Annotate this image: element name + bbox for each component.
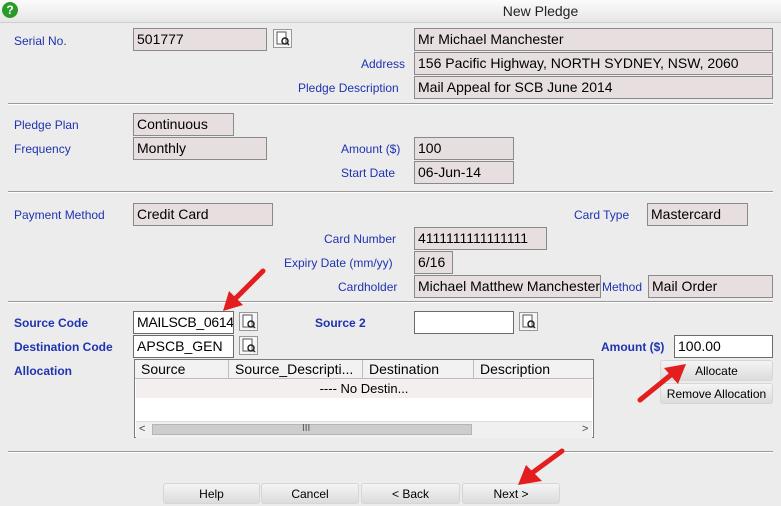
- expiry-date-label: Expiry Date (mm/yy): [284, 256, 393, 270]
- window-title: New Pledge: [502, 3, 579, 19]
- serial-label: Serial No.: [14, 34, 67, 48]
- scroll-left-arrow[interactable]: <: [139, 423, 145, 435]
- cardholder-field[interactable]: Michael Matthew Manchester: [414, 275, 601, 298]
- remove-allocation-button[interactable]: Remove Allocation: [660, 383, 773, 404]
- divider: [8, 451, 773, 453]
- address-field[interactable]: 156 Pacific Highway, NORTH SYDNEY, NSW, …: [414, 52, 773, 75]
- expiry-date-field[interactable]: 6/16: [414, 251, 453, 274]
- next-button[interactable]: Next >: [462, 483, 560, 504]
- allocation-amount-label: Amount ($): [601, 340, 665, 354]
- address-label: Address: [361, 57, 406, 71]
- lookup-icon: [242, 338, 256, 353]
- column-header-source-description[interactable]: Source_Descripti...: [229, 360, 363, 379]
- source-code-lookup-button[interactable]: [239, 312, 258, 331]
- source2-label: Source 2: [315, 316, 366, 330]
- lookup-icon: [276, 31, 290, 46]
- destination-lookup-button[interactable]: [239, 336, 258, 355]
- destination-code-input[interactable]: APSCB_GEN: [133, 335, 234, 358]
- lookup-icon: [522, 314, 536, 329]
- help-button[interactable]: Help: [163, 483, 260, 504]
- payment-method-label: Payment Method: [14, 208, 105, 222]
- divider: [8, 301, 773, 303]
- destination-code-label: Destination Code: [14, 340, 113, 354]
- frequency-label: Frequency: [14, 142, 71, 156]
- donor-name-field[interactable]: Mr Michael Manchester: [414, 28, 773, 51]
- pledge-plan-label: Pledge Plan: [14, 118, 79, 132]
- scroll-right-arrow[interactable]: >: [582, 423, 588, 435]
- divider: [8, 103, 773, 105]
- back-button[interactable]: < Back: [361, 483, 460, 504]
- card-number-label: Card Number: [324, 232, 397, 246]
- allocation-grid[interactable]: Source Source_Descripti... Destination D…: [134, 359, 594, 438]
- card-number-field[interactable]: 4111111111111111: [414, 227, 547, 250]
- amount-field[interactable]: 100: [414, 137, 514, 160]
- frequency-field[interactable]: Monthly: [133, 137, 267, 160]
- allocation-label: Allocation: [14, 364, 73, 378]
- annotation-arrow-source-code: [223, 268, 266, 311]
- source-code-label: Source Code: [14, 316, 89, 330]
- cancel-button[interactable]: Cancel: [261, 483, 359, 504]
- card-type-label: Card Type: [574, 208, 630, 222]
- column-header-description[interactable]: Description: [474, 360, 593, 379]
- horizontal-scrollbar[interactable]: < III >: [136, 421, 592, 438]
- pledge-description-label: Pledge Description: [298, 81, 399, 95]
- serial-field[interactable]: 501777: [133, 28, 267, 51]
- allocation-amount-input[interactable]: 100.00: [674, 335, 773, 358]
- pledge-description-field[interactable]: Mail Appeal for SCB June 2014: [414, 76, 773, 99]
- column-header-destination[interactable]: Destination: [363, 360, 474, 379]
- divider: [8, 191, 773, 193]
- lookup-icon: [242, 314, 256, 329]
- source-code-input[interactable]: MAILSCB_0614: [133, 311, 234, 334]
- pledge-plan-field[interactable]: Continuous: [133, 113, 234, 136]
- allocate-button[interactable]: Allocate: [660, 360, 773, 381]
- cardholder-label: Cardholder: [338, 280, 398, 294]
- table-row[interactable]: ---- No Destin...: [136, 379, 592, 398]
- source2-input[interactable]: [414, 311, 514, 334]
- method-field[interactable]: Mail Order: [648, 275, 773, 298]
- method-label: Method: [602, 280, 643, 294]
- column-header-source[interactable]: Source: [135, 360, 229, 379]
- card-type-field[interactable]: Mastercard: [647, 203, 748, 226]
- start-date-field[interactable]: 06-Jun-14: [414, 161, 514, 184]
- payment-method-field[interactable]: Credit Card: [133, 203, 273, 226]
- source2-lookup-button[interactable]: [519, 312, 538, 331]
- scroll-thumb[interactable]: [152, 424, 472, 435]
- amount-label: Amount ($): [341, 142, 401, 156]
- start-date-label: Start Date: [341, 166, 396, 180]
- scroll-thumb-grip: III: [302, 423, 311, 434]
- serial-lookup-button[interactable]: [273, 29, 292, 48]
